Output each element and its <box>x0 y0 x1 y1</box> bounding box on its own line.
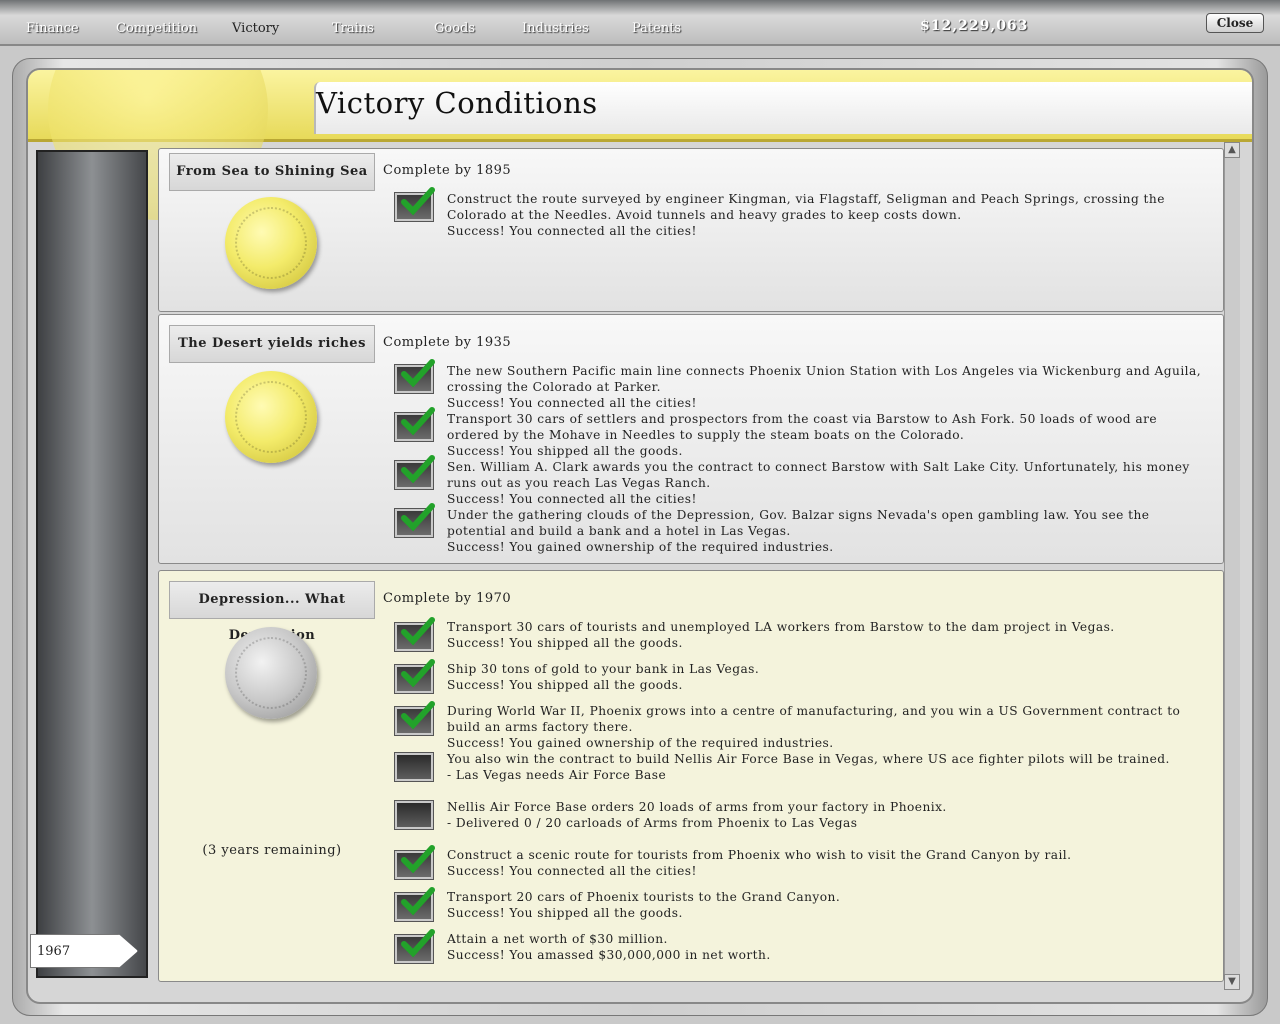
goal-text: Under the gathering clouds of the Depres… <box>447 508 1150 554</box>
condition-section: Depression... What Depression Complete b… <box>158 570 1224 982</box>
condition-title: Depression... What Depression <box>169 581 375 643</box>
conditions-list[interactable]: From Sea to Shining Sea Complete by 1895… <box>158 142 1224 984</box>
empty-checkbox-icon <box>394 800 434 830</box>
goal-item: Construct a scenic route for tourists fr… <box>394 845 1205 887</box>
condition-section: The Desert yields riches Complete by 193… <box>158 314 1224 564</box>
tab-trains[interactable]: Trains <box>318 16 418 43</box>
goal-text: During World War II, Phoenix grows into … <box>447 704 1181 750</box>
current-year-flag: 1967 <box>30 934 138 968</box>
goal-text: Transport 20 cars of Phoenix tourists to… <box>447 890 841 920</box>
goal-item: Under the gathering clouds of the Depres… <box>394 503 1205 555</box>
goal-text: Transport 30 cars of settlers and prospe… <box>447 412 1158 458</box>
condition-section: From Sea to Shining Sea Complete by 1895… <box>158 148 1224 312</box>
goal-text: Ship 30 tons of gold to your bank in Las… <box>447 662 760 692</box>
goal-text: Attain a net worth of $30 million. Succes… <box>447 932 771 962</box>
green-checkmark-icon <box>394 929 435 964</box>
condition-deadline: Complete by 1935 <box>383 335 512 350</box>
tab-victory[interactable]: Victory <box>218 16 324 43</box>
condition-title: The Desert yields riches <box>169 325 375 363</box>
green-checkmark-icon <box>394 659 435 694</box>
green-checkmark-icon <box>394 455 435 490</box>
timeline-sidebar <box>36 150 148 978</box>
condition-deadline: Complete by 1895 <box>383 163 512 178</box>
tab-industries[interactable]: Industries <box>508 16 620 43</box>
green-checkmark-icon <box>394 617 435 652</box>
goal-item: You also win the contract to build Nelli… <box>394 751 1205 791</box>
green-checkmark-icon <box>394 503 435 538</box>
green-checkmark-icon <box>394 407 435 442</box>
goal-text: Nellis Air Force Base orders 20 loads of… <box>447 800 947 830</box>
goal-item: Construct the route surveyed by engineer… <box>394 187 1205 239</box>
goal-text: You also win the contract to build Nelli… <box>447 752 1170 782</box>
goal-text: The new Southern Pacific main line conne… <box>447 364 1202 410</box>
goal-item: The new Southern Pacific main line conne… <box>394 359 1205 411</box>
goal-item: During World War II, Phoenix grows into … <box>394 701 1205 751</box>
close-button[interactable]: Close <box>1206 13 1264 33</box>
scrollbar[interactable] <box>1224 142 1240 990</box>
goal-item: Attain a net worth of $30 million. Succes… <box>394 929 1205 971</box>
tab-finance[interactable]: Finance <box>12 16 110 43</box>
gold-medal-icon <box>225 371 317 463</box>
condition-title: From Sea to Shining Sea <box>169 153 375 191</box>
condition-deadline: Complete by 1970 <box>383 591 512 606</box>
gold-medal-icon <box>225 197 317 289</box>
goal-item: Sen. William A. Clark awards you the con… <box>394 455 1205 507</box>
tab-competition[interactable]: Competition <box>102 16 224 43</box>
green-checkmark-icon <box>394 359 435 394</box>
green-checkmark-icon <box>394 845 435 880</box>
goal-item: Transport 30 cars of tourists and unempl… <box>394 617 1205 659</box>
scroll-up-icon[interactable]: ▲ <box>1224 142 1240 158</box>
goal-item: Nellis Air Force Base orders 20 loads of… <box>394 799 1205 839</box>
years-remaining: (3 years remaining) <box>202 843 342 858</box>
scroll-down-icon[interactable]: ▼ <box>1224 974 1240 990</box>
goal-text: Transport 30 cars of tourists and unempl… <box>447 620 1115 650</box>
tab-goods[interactable]: Goods <box>420 16 516 43</box>
gold-banner <box>28 70 1252 220</box>
green-checkmark-icon <box>394 187 435 222</box>
top-bar: Finance Competition Victory Trains Goods… <box>0 0 1280 46</box>
goal-text: Construct the route surveyed by engineer… <box>447 192 1165 238</box>
green-checkmark-icon <box>394 887 435 922</box>
page-title: Victory Conditions <box>316 86 598 120</box>
green-checkmark-icon <box>394 701 435 736</box>
goal-text: Sen. William A. Clark awards you the con… <box>447 460 1190 506</box>
silver-medal-icon <box>225 627 317 719</box>
goal-item: Transport 30 cars of settlers and prospe… <box>394 407 1205 459</box>
goal-text: Construct a scenic route for tourists fr… <box>447 848 1072 878</box>
tab-patents[interactable]: Patents <box>618 16 718 43</box>
goal-item: Transport 20 cars of Phoenix tourists to… <box>394 887 1205 929</box>
empty-checkbox-icon <box>394 752 434 782</box>
goal-item: Ship 30 tons of gold to your bank in Las… <box>394 659 1205 701</box>
money-display: $12,229,063 <box>920 18 1029 34</box>
